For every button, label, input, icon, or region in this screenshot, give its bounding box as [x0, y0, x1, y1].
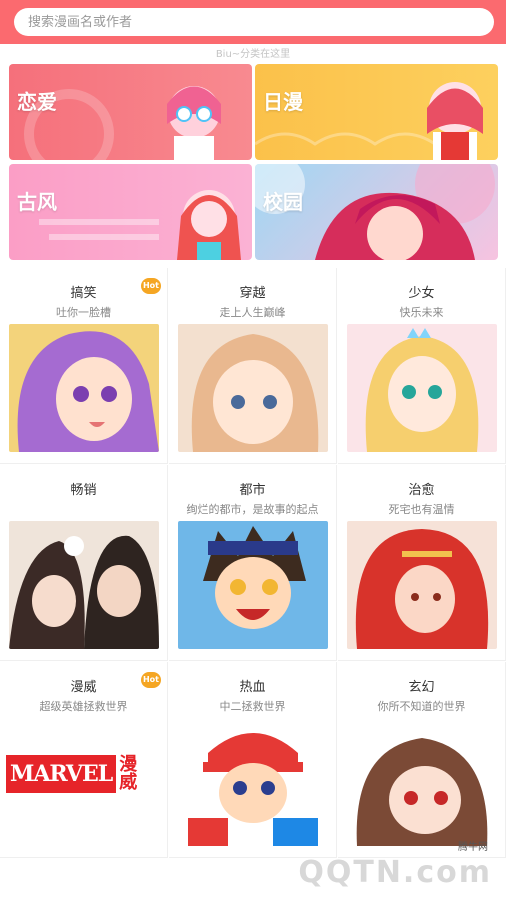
category-title: 玄幻	[408, 680, 435, 695]
category-cover	[9, 521, 159, 649]
category-subtitle: 死宅也有温情	[388, 503, 455, 516]
category-cover	[178, 324, 328, 452]
category-subtitle: 你所不知道的世界	[377, 700, 466, 713]
category-cover	[178, 718, 328, 846]
banner-romance[interactable]: 恋爱	[9, 64, 252, 160]
category-urban[interactable]: 都市 绚烂的都市，是故事的起点	[169, 465, 337, 661]
category-timetravel[interactable]: 穿越 走上人生巅峰	[169, 268, 337, 464]
category-hint: Biu~分类在这里	[215, 49, 291, 60]
category-title: 穿越	[239, 286, 266, 301]
category-funny[interactable]: 搞笑 吐你一脸槽 Hot	[0, 268, 168, 464]
marvel-logo-cn: 漫威	[119, 754, 138, 793]
category-cover	[178, 521, 328, 649]
banner-campus[interactable]: 校园	[255, 164, 498, 260]
category-title: 治愈	[408, 483, 435, 498]
category-bestseller[interactable]: 畅销	[0, 465, 168, 661]
category-cover	[347, 718, 497, 846]
hot-badge: Hot	[141, 278, 161, 294]
category-subtitle: 中二拯救世界	[219, 700, 286, 713]
search-input[interactable]	[14, 8, 494, 36]
category-healing[interactable]: 治愈 死宅也有温情	[338, 465, 506, 661]
marvel-logo-text: MARVEL	[6, 755, 117, 793]
category-title: 热血	[239, 680, 266, 695]
category-subtitle: 快乐未来	[399, 306, 444, 319]
watermark-logo-text: QQTN.com	[298, 855, 492, 890]
category-marvel[interactable]: 漫威 超级英雄拯救世界 Hot MARVEL 漫威	[0, 662, 168, 858]
category-fantasy[interactable]: 玄幻 你所不知道的世界	[338, 662, 506, 858]
category-subtitle: 超级英雄拯救世界	[39, 700, 128, 713]
category-cover	[347, 521, 497, 649]
hot-badge: Hot	[141, 672, 161, 688]
banner-ancient[interactable]: 古风	[9, 164, 252, 260]
watermark-small-text: 腾牛网	[458, 842, 488, 853]
marvel-logo: MARVEL 漫威	[6, 752, 152, 796]
category-cover	[9, 324, 159, 452]
category-hotblood[interactable]: 热血 中二拯救世界	[169, 662, 337, 858]
category-title: 少女	[408, 286, 435, 301]
category-cover	[347, 324, 497, 452]
header-bar	[0, 0, 506, 44]
banner-label: 校园	[263, 190, 303, 214]
category-title: 都市	[239, 483, 266, 498]
banner-label: 日漫	[263, 90, 303, 114]
category-title: 畅销	[70, 483, 97, 498]
category-subtitle: 吐你一脸槽	[56, 306, 111, 319]
category-subtitle: 走上人生巅峰	[219, 306, 286, 319]
site-watermark: 腾牛网 QQTN.com	[298, 834, 498, 892]
category-subtitle: 绚烂的都市，是故事的起点	[186, 503, 319, 516]
banner-japanese[interactable]: 日漫	[255, 64, 498, 160]
banner-label: 恋爱	[17, 90, 57, 114]
category-shoujo[interactable]: 少女 快乐未来	[338, 268, 506, 464]
banner-label: 古风	[17, 190, 57, 214]
